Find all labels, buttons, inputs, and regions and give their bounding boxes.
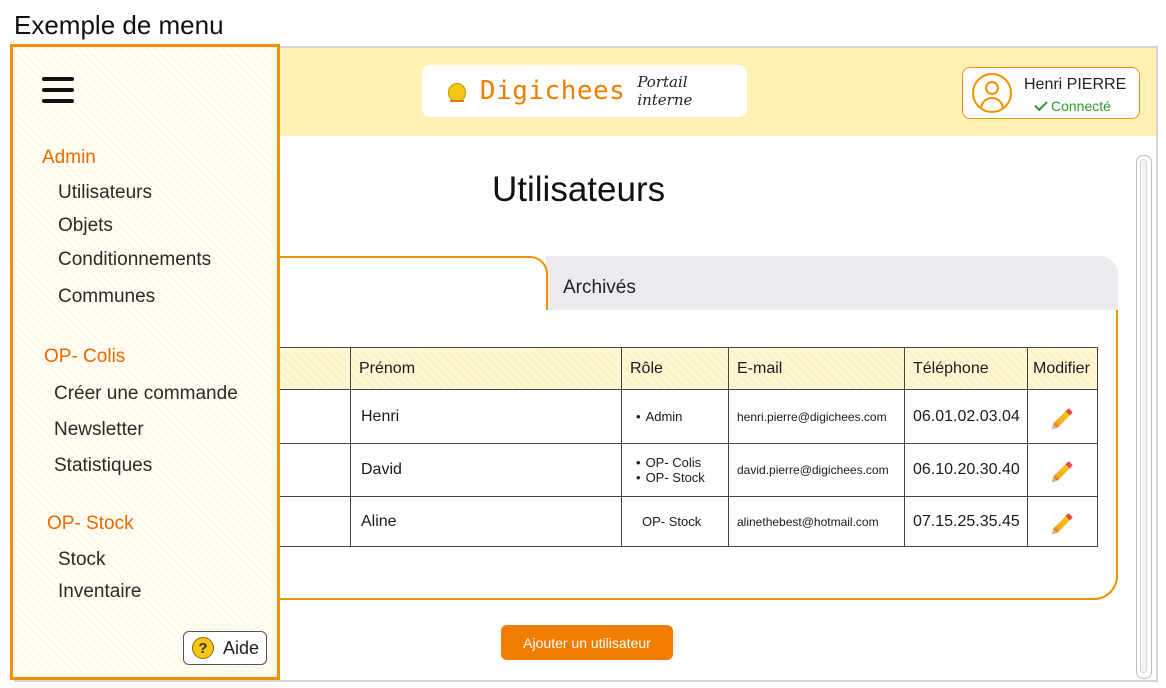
sidebar-item-communes[interactable]: Communes: [58, 286, 155, 308]
check-icon: [1034, 97, 1048, 112]
cell-email: alinethebest@hotmail.com: [728, 496, 905, 547]
user-avatar-icon: [972, 73, 1012, 113]
sidebar-section-admin: Admin: [42, 147, 96, 168]
sidebar-item-inventaire[interactable]: Inventaire: [58, 581, 141, 603]
scroll-thumb[interactable]: [1140, 159, 1147, 673]
sidebar-menu: Admin Utilisateurs Objets Conditionnemen…: [10, 44, 280, 680]
cell-email: david.pierre@digichees.com: [728, 443, 905, 497]
role-item: Admin: [636, 409, 728, 424]
cell-prenom: Aline: [350, 496, 622, 547]
question-icon: ?: [192, 637, 214, 659]
cell-role: OP- Stock: [621, 496, 729, 547]
users-table: Prénom Rôle E-mail Téléphone Modifier He…: [256, 347, 1098, 547]
cell-prenom: David: [350, 443, 622, 497]
sidebar-item-objets[interactable]: Objets: [58, 215, 113, 237]
caption: Exemple de menu: [14, 10, 224, 40]
cell-modifier: [1027, 443, 1098, 497]
col-header-prenom: Prénom: [350, 347, 622, 390]
pencil-icon[interactable]: [1053, 407, 1073, 428]
tab-active[interactable]: [256, 256, 548, 316]
cell-role: OP- ColisOP- Stock: [621, 443, 729, 497]
sidebar-item-creer-commande[interactable]: Créer une commande: [54, 383, 238, 405]
pencil-icon[interactable]: [1053, 461, 1073, 481]
user-card[interactable]: Henri PIERRE Connecté: [962, 67, 1140, 119]
logo[interactable]: Digichees Portail interne: [422, 65, 747, 117]
col-header-email: E-mail: [728, 347, 905, 390]
col-header-telephone: Téléphone: [904, 347, 1028, 390]
brand-name: Digichees: [479, 76, 626, 106]
pencil-icon[interactable]: [1053, 512, 1073, 533]
add-user-button[interactable]: Ajouter un utilisateur: [501, 625, 673, 660]
help-label: Aide: [223, 637, 260, 658]
table-row: David OP- ColisOP- Stock david.pierre@di…: [256, 443, 1098, 497]
sidebar-item-newsletter[interactable]: Newsletter: [54, 419, 144, 441]
cell-telephone: 07.15.25.35.45: [904, 496, 1028, 547]
cell-telephone: 06.10.20.30.40: [904, 443, 1028, 497]
brand-subtitle: Portail interne: [637, 73, 693, 109]
table-row: Henri Admin henri.pierre@digichees.com 0…: [256, 389, 1098, 444]
help-button[interactable]: ? Aide: [183, 631, 267, 665]
chick-icon: [446, 79, 468, 103]
cell-modifier: [1027, 496, 1098, 547]
tab-archived-label[interactable]: Archivés: [563, 277, 636, 299]
sidebar-item-conditionnements[interactable]: Conditionnements: [58, 249, 211, 271]
cell-modifier: [1027, 389, 1098, 444]
sidebar-item-stock[interactable]: Stock: [58, 549, 106, 571]
table-row: Aline OP- Stock alinethebest@hotmail.com…: [256, 496, 1098, 547]
role-item: OP- Colis: [636, 455, 728, 470]
col-header-modifier: Modifier: [1027, 347, 1098, 390]
vertical-scrollbar[interactable]: [1136, 155, 1152, 679]
sidebar-item-utilisateurs[interactable]: Utilisateurs: [58, 182, 152, 204]
sidebar-section-op-stock: OP- Stock: [47, 513, 134, 534]
hamburger-menu-icon[interactable]: [42, 77, 74, 103]
user-status: Connecté: [1034, 97, 1111, 114]
user-name: Henri PIERRE: [1024, 76, 1127, 93]
cell-telephone: 06.01.02.03.04: [904, 389, 1028, 444]
page-title: Utilisateurs: [492, 170, 666, 209]
role-item: OP- Stock: [636, 470, 728, 485]
cell-role: Admin: [621, 389, 729, 444]
col-header-role: Rôle: [621, 347, 729, 390]
cell-prenom: Henri: [350, 389, 622, 444]
sidebar-item-statistiques[interactable]: Statistiques: [54, 455, 152, 477]
sidebar-section-op-colis: OP- Colis: [44, 346, 126, 367]
table-header-row: Prénom Rôle E-mail Téléphone Modifier: [256, 347, 1098, 390]
cell-email: henri.pierre@digichees.com: [728, 389, 905, 444]
